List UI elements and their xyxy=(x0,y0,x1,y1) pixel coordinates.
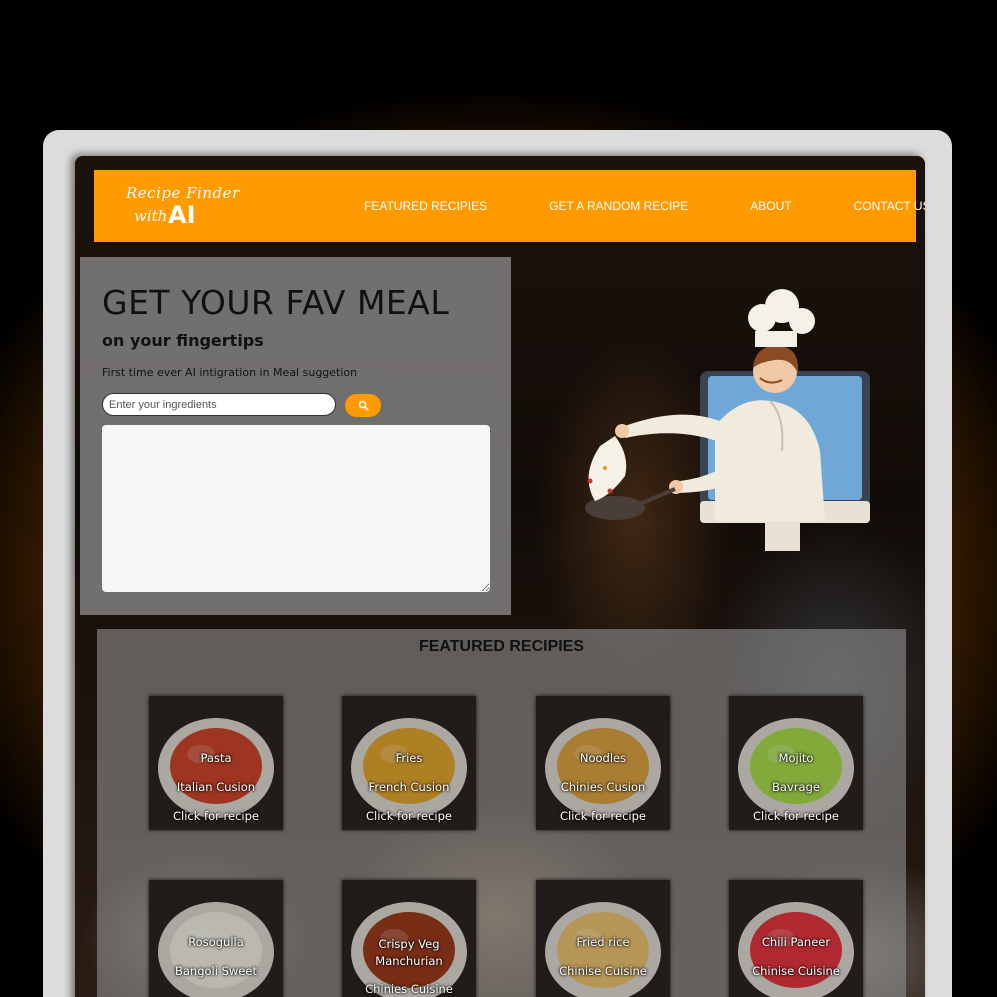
recipe-card[interactable]: Chili Paneer Chinise Cuisine xyxy=(729,880,863,997)
recipe-card[interactable]: Crispy Veg Manchurian Chinies Cuisine xyxy=(342,880,476,997)
nav-link-random[interactable]: GET A RANDOM RECIPE xyxy=(549,199,688,213)
hero-subtitle: on your fingertips xyxy=(102,331,264,350)
logo-line-2-small: with xyxy=(134,207,168,225)
recipe-card[interactable]: Rosogulla Bangoli Sweet xyxy=(149,880,283,997)
recipe-name: Noodles xyxy=(579,751,627,765)
recipe-cuisine: Chinies Cusion xyxy=(560,780,646,794)
logo-line-2-big: AI xyxy=(168,201,196,229)
recipe-cuisine: Bangoli Sweet xyxy=(175,964,257,978)
recipe-cuisine: Italian Cusion xyxy=(176,780,256,794)
hero-description: First time ever AI intigration in Meal s… xyxy=(102,366,358,379)
recipe-name: Fried rice xyxy=(576,935,630,949)
chef-illustration xyxy=(585,289,870,551)
recipe-card[interactable]: Noodles Chinies Cusion Click for recipe xyxy=(536,696,670,830)
featured-title: FEATURED RECIPIES xyxy=(418,638,585,655)
nav-links: FEATURED RECIPIES GET A RANDOM RECIPE AB… xyxy=(364,170,925,242)
hero-title: GET YOUR FAV MEAL xyxy=(102,283,450,322)
navbar: Recipe Finder with AI FEATURED RECIPIES … xyxy=(94,170,925,242)
recipe-name: Chili Paneer xyxy=(761,935,831,949)
hero-panel: GET YOUR FAV MEAL on your fingertips Fir… xyxy=(80,257,511,615)
nav-link-contact[interactable]: CONTACT US xyxy=(854,199,925,213)
recipe-name: Crispy Veg Manchurian xyxy=(375,937,443,968)
recipe-name: Pasta xyxy=(200,751,232,765)
recipe-cuisine: Chinies Cuisine xyxy=(365,982,453,996)
recipe-card[interactable]: Pasta Italian Cusion Click for recipe xyxy=(149,696,283,830)
recipe-card[interactable]: Fried rice Chinise Cuisine xyxy=(536,880,670,997)
search-icon xyxy=(358,400,369,411)
recipe-cta[interactable]: Click for recipe xyxy=(729,809,863,823)
recipe-cta[interactable]: Click for recipe xyxy=(149,809,283,823)
recipe-cuisine: Bavrage xyxy=(772,780,820,794)
recipe-cuisine: French Cusion xyxy=(368,780,450,794)
recipe-cuisine: Chinise Cuisine xyxy=(752,964,840,978)
ingredients-input[interactable] xyxy=(102,393,336,416)
nav-link-featured[interactable]: FEATURED RECIPIES xyxy=(364,199,487,213)
recipe-name: Mojito xyxy=(778,751,814,765)
browser-screen: Recipe Finder with AI FEATURED RECIPIES … xyxy=(75,156,925,997)
recipe-cuisine: Chinise Cuisine xyxy=(559,964,647,978)
search-button[interactable] xyxy=(345,394,381,417)
logo[interactable]: Recipe Finder with AI xyxy=(124,176,239,236)
recipe-name: Fries xyxy=(395,751,423,765)
recipe-card[interactable]: Fries French Cusion Click for recipe xyxy=(342,696,476,830)
recipe-result-textarea[interactable] xyxy=(102,425,490,592)
recipe-card[interactable]: Mojito Bavrage Click for recipe xyxy=(729,696,863,830)
recipe-cta[interactable]: Click for recipe xyxy=(536,809,670,823)
nav-link-about[interactable]: ABOUT xyxy=(750,199,791,213)
recipe-name: Rosogulla xyxy=(188,935,244,949)
featured-recipes-section: FEATURED RECIPIES Pasta Italian Cusion Cli… xyxy=(97,629,906,997)
recipe-cta[interactable]: Click for recipe xyxy=(342,809,476,823)
logo-line-1: Recipe Finder xyxy=(126,184,240,202)
